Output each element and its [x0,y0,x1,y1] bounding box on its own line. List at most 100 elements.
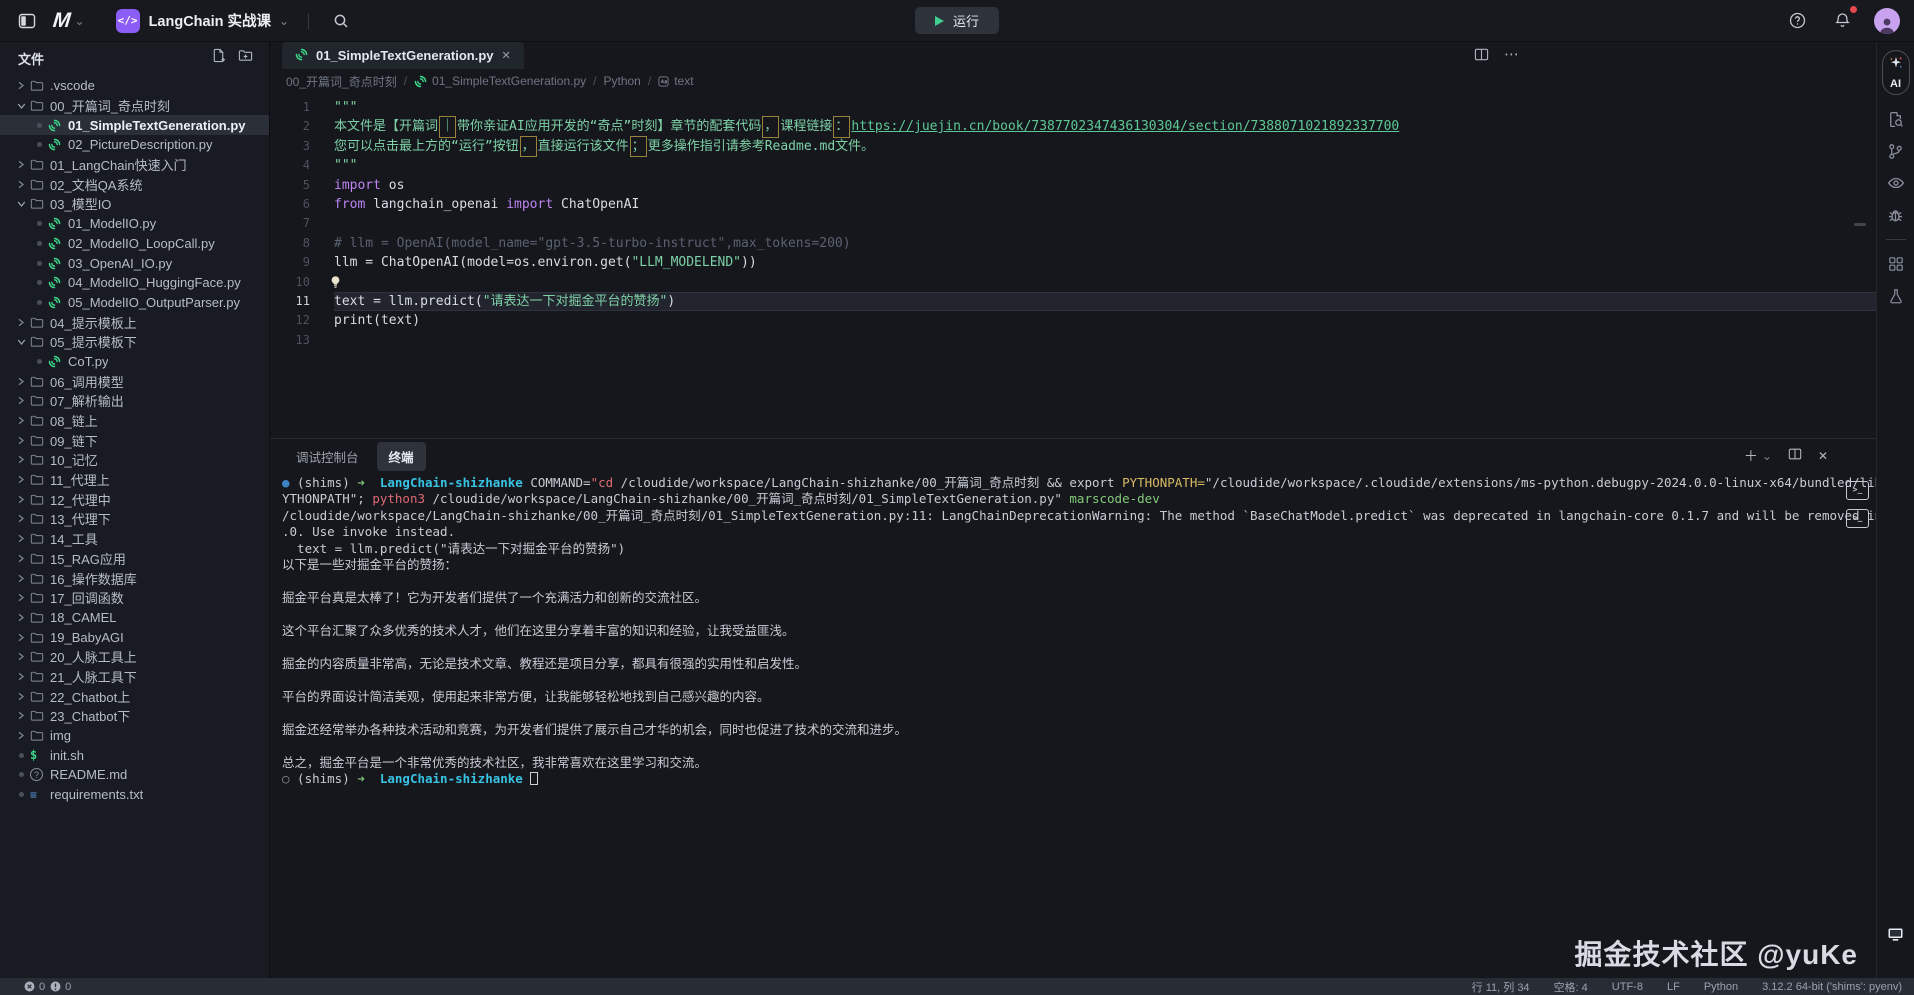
code-line[interactable]: 11text = llm.predict("请表达一下对掘金平台的赞扬") [270,292,1876,311]
new-terminal-icon[interactable]: ＋ [1744,449,1758,463]
tree-item[interactable]: 03_模型IO [0,194,269,214]
tree-item[interactable]: img [0,726,269,746]
breadcrumb-item[interactable]: Python [603,74,640,88]
error-count[interactable]: 0 [24,981,45,993]
editor-tab[interactable]: 01_SimpleTextGeneration.py ✕ [282,42,524,69]
ai-assistant-button[interactable]: AI [1882,50,1910,95]
test-flask-icon[interactable] [1881,280,1911,312]
terminal-session-icon[interactable]: >_ [1846,481,1869,500]
tree-item[interactable]: 06_调用模型 [0,371,269,391]
extensions-grid-icon[interactable] [1881,248,1911,280]
status-item[interactable]: LF [1667,981,1680,993]
split-terminal-icon[interactable] [1788,447,1802,466]
tree-item[interactable]: 04_ModelIO_HuggingFace.py [0,273,269,293]
tab-debug-console[interactable]: 调试控制台 [284,442,371,471]
search-icon[interactable] [328,8,354,34]
status-item[interactable]: 空格: 4 [1554,979,1588,995]
code-line[interactable]: 9llm = ChatOpenAI(model=os.environ.get("… [270,253,1876,272]
tree-item[interactable]: 22_Chatbot上 [0,686,269,706]
tab-terminal[interactable]: 终端 [377,442,426,471]
project-name[interactable]: LangChain 实战课 [149,10,271,31]
toggle-sidebar-icon[interactable] [14,8,40,34]
tree-item[interactable]: 05_ModelIO_OutputParser.py [0,293,269,313]
code-line[interactable]: 3您可以点击最上方的“运行”按钮，直接运行该文件；更多操作指引请参考Readme… [270,137,1876,156]
tree-item[interactable]: 04_提示模板上 [0,312,269,332]
tree-item[interactable]: 17_回调函数 [0,588,269,608]
chevron-down-icon[interactable]: ⌄ [75,15,85,27]
new-folder-icon[interactable] [238,48,253,68]
new-file-icon[interactable] [211,48,226,68]
file-search-icon[interactable] [1881,103,1911,135]
ide-window: M ⌄ </> LangChain 实战课 ⌄ 运行 [0,0,1914,995]
tree-item[interactable]: ≡requirements.txt [0,785,269,805]
terminal[interactable]: ● (shims) ➜ LangChain-shizhanke COMMAND=… [270,473,1876,978]
status-item[interactable]: 3.12.2 64-bit ('shims': pyenv) [1762,981,1902,993]
tree-item[interactable]: 12_代理中 [0,489,269,509]
code-line[interactable]: 12print(text) [270,311,1876,330]
tree-item[interactable]: 15_RAG应用 [0,549,269,569]
tree-item[interactable]: 08_链上 [0,411,269,431]
status-item[interactable]: Python [1704,981,1738,993]
status-item[interactable]: UTF-8 [1612,981,1643,993]
tree-item[interactable]: 16_操作数据库 [0,568,269,588]
user-avatar[interactable] [1874,8,1900,34]
run-button[interactable]: 运行 [915,7,999,34]
breadcrumb-item[interactable]: text [658,74,693,88]
chevron-down-icon[interactable]: ⌄ [279,15,289,27]
code-line[interactable]: 8# llm = OpenAI(model_name="gpt-3.5-turb… [270,234,1876,253]
problems-summary[interactable]: 00 [24,981,71,993]
tree-item[interactable]: 20_人脉工具上 [0,647,269,667]
tree-item[interactable]: 01_SimpleTextGeneration.py [0,115,269,135]
tree-item[interactable]: .vscode [0,76,269,96]
explorer-header: 文件 [0,42,269,72]
close-icon[interactable]: ✕ [502,49,511,62]
terminal-session-icon[interactable]: >_ [1846,509,1869,528]
code-line[interactable]: 13 [270,331,1876,350]
code-line[interactable]: 4""" [270,156,1876,175]
breadcrumb-item[interactable]: 01_SimpleTextGeneration.py [414,74,586,88]
tree-item[interactable]: 18_CAMEL [0,608,269,628]
tree-item[interactable]: 05_提示模板下 [0,332,269,352]
tree-item[interactable]: 23_Chatbot下 [0,706,269,726]
tree-item[interactable]: 01_LangChain快速入门 [0,155,269,175]
tree-item[interactable]: 13_代理下 [0,509,269,529]
tree-item[interactable]: 19_BabyAGI [0,627,269,647]
tree-item[interactable]: 02_ModelIO_LoopCall.py [0,234,269,254]
tree-item[interactable]: ?README.md [0,765,269,785]
warning-count[interactable]: 0 [50,981,71,993]
code-line[interactable]: 1""" [270,98,1876,117]
lightbulb-icon[interactable] [330,275,341,289]
tree-item[interactable]: 03_OpenAI_IO.py [0,253,269,273]
help-icon[interactable] [1784,8,1810,34]
chevron-down-icon[interactable]: ⌄ [1762,450,1772,462]
tree-item[interactable]: 02_PictureDescription.py [0,135,269,155]
tree-item[interactable]: 10_记忆 [0,450,269,470]
code-line[interactable]: 7 [270,214,1876,233]
tree-item[interactable]: 21_人脉工具下 [0,667,269,687]
tree-item[interactable]: 02_文档QA系统 [0,174,269,194]
close-panel-icon[interactable]: ✕ [1818,449,1828,463]
tree-item[interactable]: 01_ModelIO.py [0,214,269,234]
more-icon[interactable]: ⋯ [1504,47,1519,67]
split-editor-icon[interactable] [1474,47,1489,67]
tree-item[interactable]: 14_工具 [0,529,269,549]
remote-monitor-icon[interactable] [1881,918,1911,950]
tree-item[interactable]: 09_链下 [0,430,269,450]
scrollbar-marker[interactable] [1854,223,1866,226]
notifications-bell-icon[interactable] [1829,8,1855,34]
breadcrumb-item[interactable]: 00_开篇词_奇点时刻 [286,73,397,90]
code-line[interactable]: 2本文件是【开篇词｜带你亲证AI应用开发的“奇点”时刻】章节的配套代码，课程链接… [270,117,1876,136]
tree-item[interactable]: 00_开篇词_奇点时刻 [0,96,269,116]
code-line[interactable]: 10 [270,273,1876,292]
status-item[interactable]: 行 11, 列 34 [1472,979,1530,995]
tree-item[interactable]: CoT.py [0,352,269,372]
debug-bug-icon[interactable] [1881,199,1911,231]
code-editor[interactable]: 1"""2本文件是【开篇词｜带你亲证AI应用开发的“奇点”时刻】章节的配套代码，… [270,93,1876,438]
tree-item[interactable]: $init.sh [0,745,269,765]
code-line[interactable]: 6from langchain_openai import ChatOpenAI [270,195,1876,214]
tree-item[interactable]: 07_解析输出 [0,391,269,411]
git-branch-icon[interactable] [1881,135,1911,167]
code-line[interactable]: 5import os [270,176,1876,195]
preview-eye-icon[interactable] [1881,167,1911,199]
tree-item[interactable]: 11_代理上 [0,470,269,490]
